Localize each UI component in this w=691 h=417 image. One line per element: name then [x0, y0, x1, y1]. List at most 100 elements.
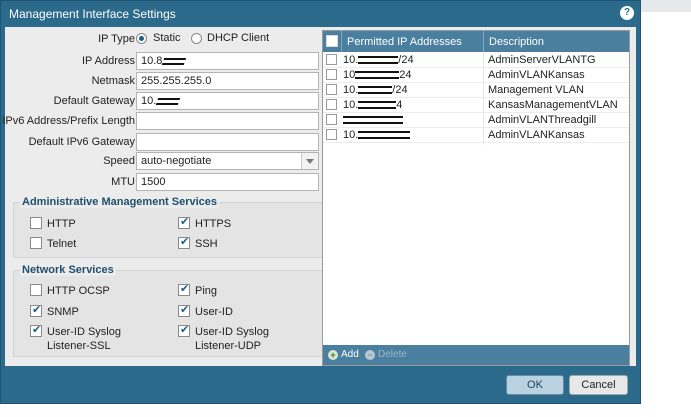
row-ip-suffix: 4	[396, 99, 403, 111]
snmp-checkbox[interactable]	[30, 303, 42, 317]
select-all-checkbox[interactable]	[326, 35, 338, 47]
dhcp-client-radio-label: DHCP Client	[207, 32, 270, 44]
ipv6-gateway-row: Default IPv6 Gateway	[5, 133, 323, 151]
static-radio-label: Static	[153, 32, 181, 44]
row-ip-prefix: 10	[343, 69, 356, 81]
https-label: HTTPS	[195, 218, 232, 230]
network-services-title: Network Services	[20, 264, 116, 276]
row-description: AdminServerVLANTG	[488, 54, 596, 66]
http-ocsp-checkbox[interactable]	[30, 284, 42, 296]
ipv6-address-input[interactable]	[136, 112, 319, 130]
dhcp-client-radio[interactable]	[191, 33, 202, 44]
row-checkbox[interactable]	[326, 99, 337, 110]
redaction-mark	[162, 57, 187, 65]
row-checkbox[interactable]	[326, 114, 337, 125]
row-checkbox[interactable]	[326, 54, 337, 65]
help-icon[interactable]: ?	[620, 6, 634, 20]
row-description: AdminVLANKansas	[488, 129, 585, 141]
speed-value: auto-negotiate	[141, 155, 212, 167]
delete-icon: −	[365, 350, 375, 360]
redaction-mark	[358, 101, 397, 110]
ip-type-row: IP Type Static DHCP Client	[5, 30, 323, 48]
syslog-udp-label: User-ID Syslog Listener-UDP	[195, 326, 269, 352]
cancel-button[interactable]: Cancel	[569, 375, 628, 395]
speed-label: Speed	[103, 155, 135, 167]
http-ocsp-label: HTTP OCSP	[47, 285, 110, 297]
row-ip-suffix: /24	[398, 54, 414, 66]
ssh-label: SSH	[195, 238, 218, 250]
redaction-mark	[156, 97, 181, 105]
chevron-down-icon[interactable]	[301, 153, 318, 169]
table-row[interactable]: 10. /24 AdminServerVLANTG	[323, 53, 629, 68]
default-gateway-label: Default Gateway	[53, 95, 135, 107]
static-radio[interactable]	[136, 33, 147, 44]
management-interface-dialog: Management Interface Settings ? IP Type …	[0, 0, 641, 404]
netmask-input[interactable]: 255.255.255.0	[136, 72, 319, 90]
ok-button[interactable]: OK	[506, 375, 564, 395]
https-checkbox[interactable]	[178, 215, 190, 229]
table-row[interactable]: 10. AdminVLANKansas	[323, 128, 629, 143]
column-header-permitted-ip[interactable]: Permitted IP Addresses	[347, 36, 462, 48]
telnet-checkbox[interactable]	[30, 237, 42, 249]
row-ip-prefix: 10.	[343, 54, 359, 66]
row-description: Management VLAN	[488, 84, 584, 96]
grid-header: Permitted IP Addresses Description	[323, 31, 629, 52]
http-label: HTTP	[47, 218, 76, 230]
admin-services-group: Administrative Management Services HTTP …	[13, 196, 323, 258]
ip-address-input[interactable]: 10.8	[136, 52, 319, 70]
row-ip-cell	[343, 114, 483, 126]
row-ip-prefix: 10.	[343, 99, 359, 111]
grid-footer-toolbar: + Add − Delete	[323, 345, 629, 365]
ipv6-address-label: IPv6 Address/Prefix Length	[2, 115, 135, 127]
speed-select[interactable]: auto-negotiate	[136, 152, 319, 170]
redaction-mark	[355, 71, 400, 80]
ssh-checkbox[interactable]	[178, 235, 190, 249]
row-ip-cell: 10. /24	[343, 54, 483, 66]
netmask-row: Netmask 255.255.255.0	[5, 72, 323, 90]
dialog-title: Management Interface Settings	[9, 7, 176, 21]
row-ip-cell: 10. /24	[343, 84, 483, 96]
snmp-label: SNMP	[47, 306, 79, 318]
user-id-checkbox[interactable]	[178, 303, 190, 317]
default-gateway-value: 10.	[141, 95, 157, 107]
telnet-label: Telnet	[47, 238, 77, 250]
row-checkbox[interactable]	[326, 129, 337, 140]
column-header-description[interactable]: Description	[489, 36, 544, 48]
ping-label: Ping	[195, 285, 218, 297]
table-row[interactable]: AdminVLANThreadgill	[323, 113, 629, 128]
column-separator	[341, 31, 342, 52]
row-ip-suffix: 24	[399, 69, 412, 81]
user-id-label: User-ID	[195, 306, 233, 318]
row-ip-cell: 10.	[343, 129, 483, 141]
row-description: KansasManagementVLAN	[488, 99, 618, 111]
row-description: AdminVLANKansas	[488, 69, 585, 81]
ping-checkbox[interactable]	[178, 282, 190, 296]
table-row[interactable]: 10. 4 KansasManagementVLAN	[323, 98, 629, 113]
row-ip-suffix: /24	[392, 84, 408, 96]
add-icon: +	[328, 350, 338, 360]
mtu-input[interactable]: 1500	[136, 173, 319, 191]
row-description: AdminVLANThreadgill	[488, 114, 597, 126]
row-checkbox[interactable]	[326, 69, 337, 80]
dialog-titlebar: Management Interface Settings ?	[1, 1, 640, 26]
syslog-udp-checkbox[interactable]	[178, 323, 190, 337]
admin-services-title: Administrative Management Services	[20, 196, 220, 208]
default-gateway-input[interactable]: 10.	[136, 92, 319, 110]
netmask-label: Netmask	[91, 75, 135, 87]
ip-type-label: IP Type	[98, 33, 135, 45]
mtu-label: MTU	[111, 176, 135, 188]
syslog-ssl-checkbox[interactable]	[30, 323, 42, 337]
table-row[interactable]: 10 24 AdminVLANKansas	[323, 68, 629, 83]
column-separator	[483, 31, 484, 52]
http-checkbox[interactable]	[30, 217, 42, 229]
syslog-ssl-label: User-ID Syslog Listener-SSL	[47, 326, 121, 352]
background-panel	[641, 0, 691, 12]
default-gateway-row: Default Gateway 10.	[5, 92, 323, 110]
ip-type-radio-group: Static DHCP Client	[136, 32, 319, 46]
row-ip-cell: 10. 4	[343, 99, 483, 111]
speed-row: Speed auto-negotiate	[5, 152, 323, 170]
table-row[interactable]: 10. /24 Management VLAN	[323, 83, 629, 98]
row-checkbox[interactable]	[326, 84, 337, 95]
ipv6-gateway-input[interactable]	[136, 133, 319, 151]
redaction-mark	[358, 86, 393, 95]
